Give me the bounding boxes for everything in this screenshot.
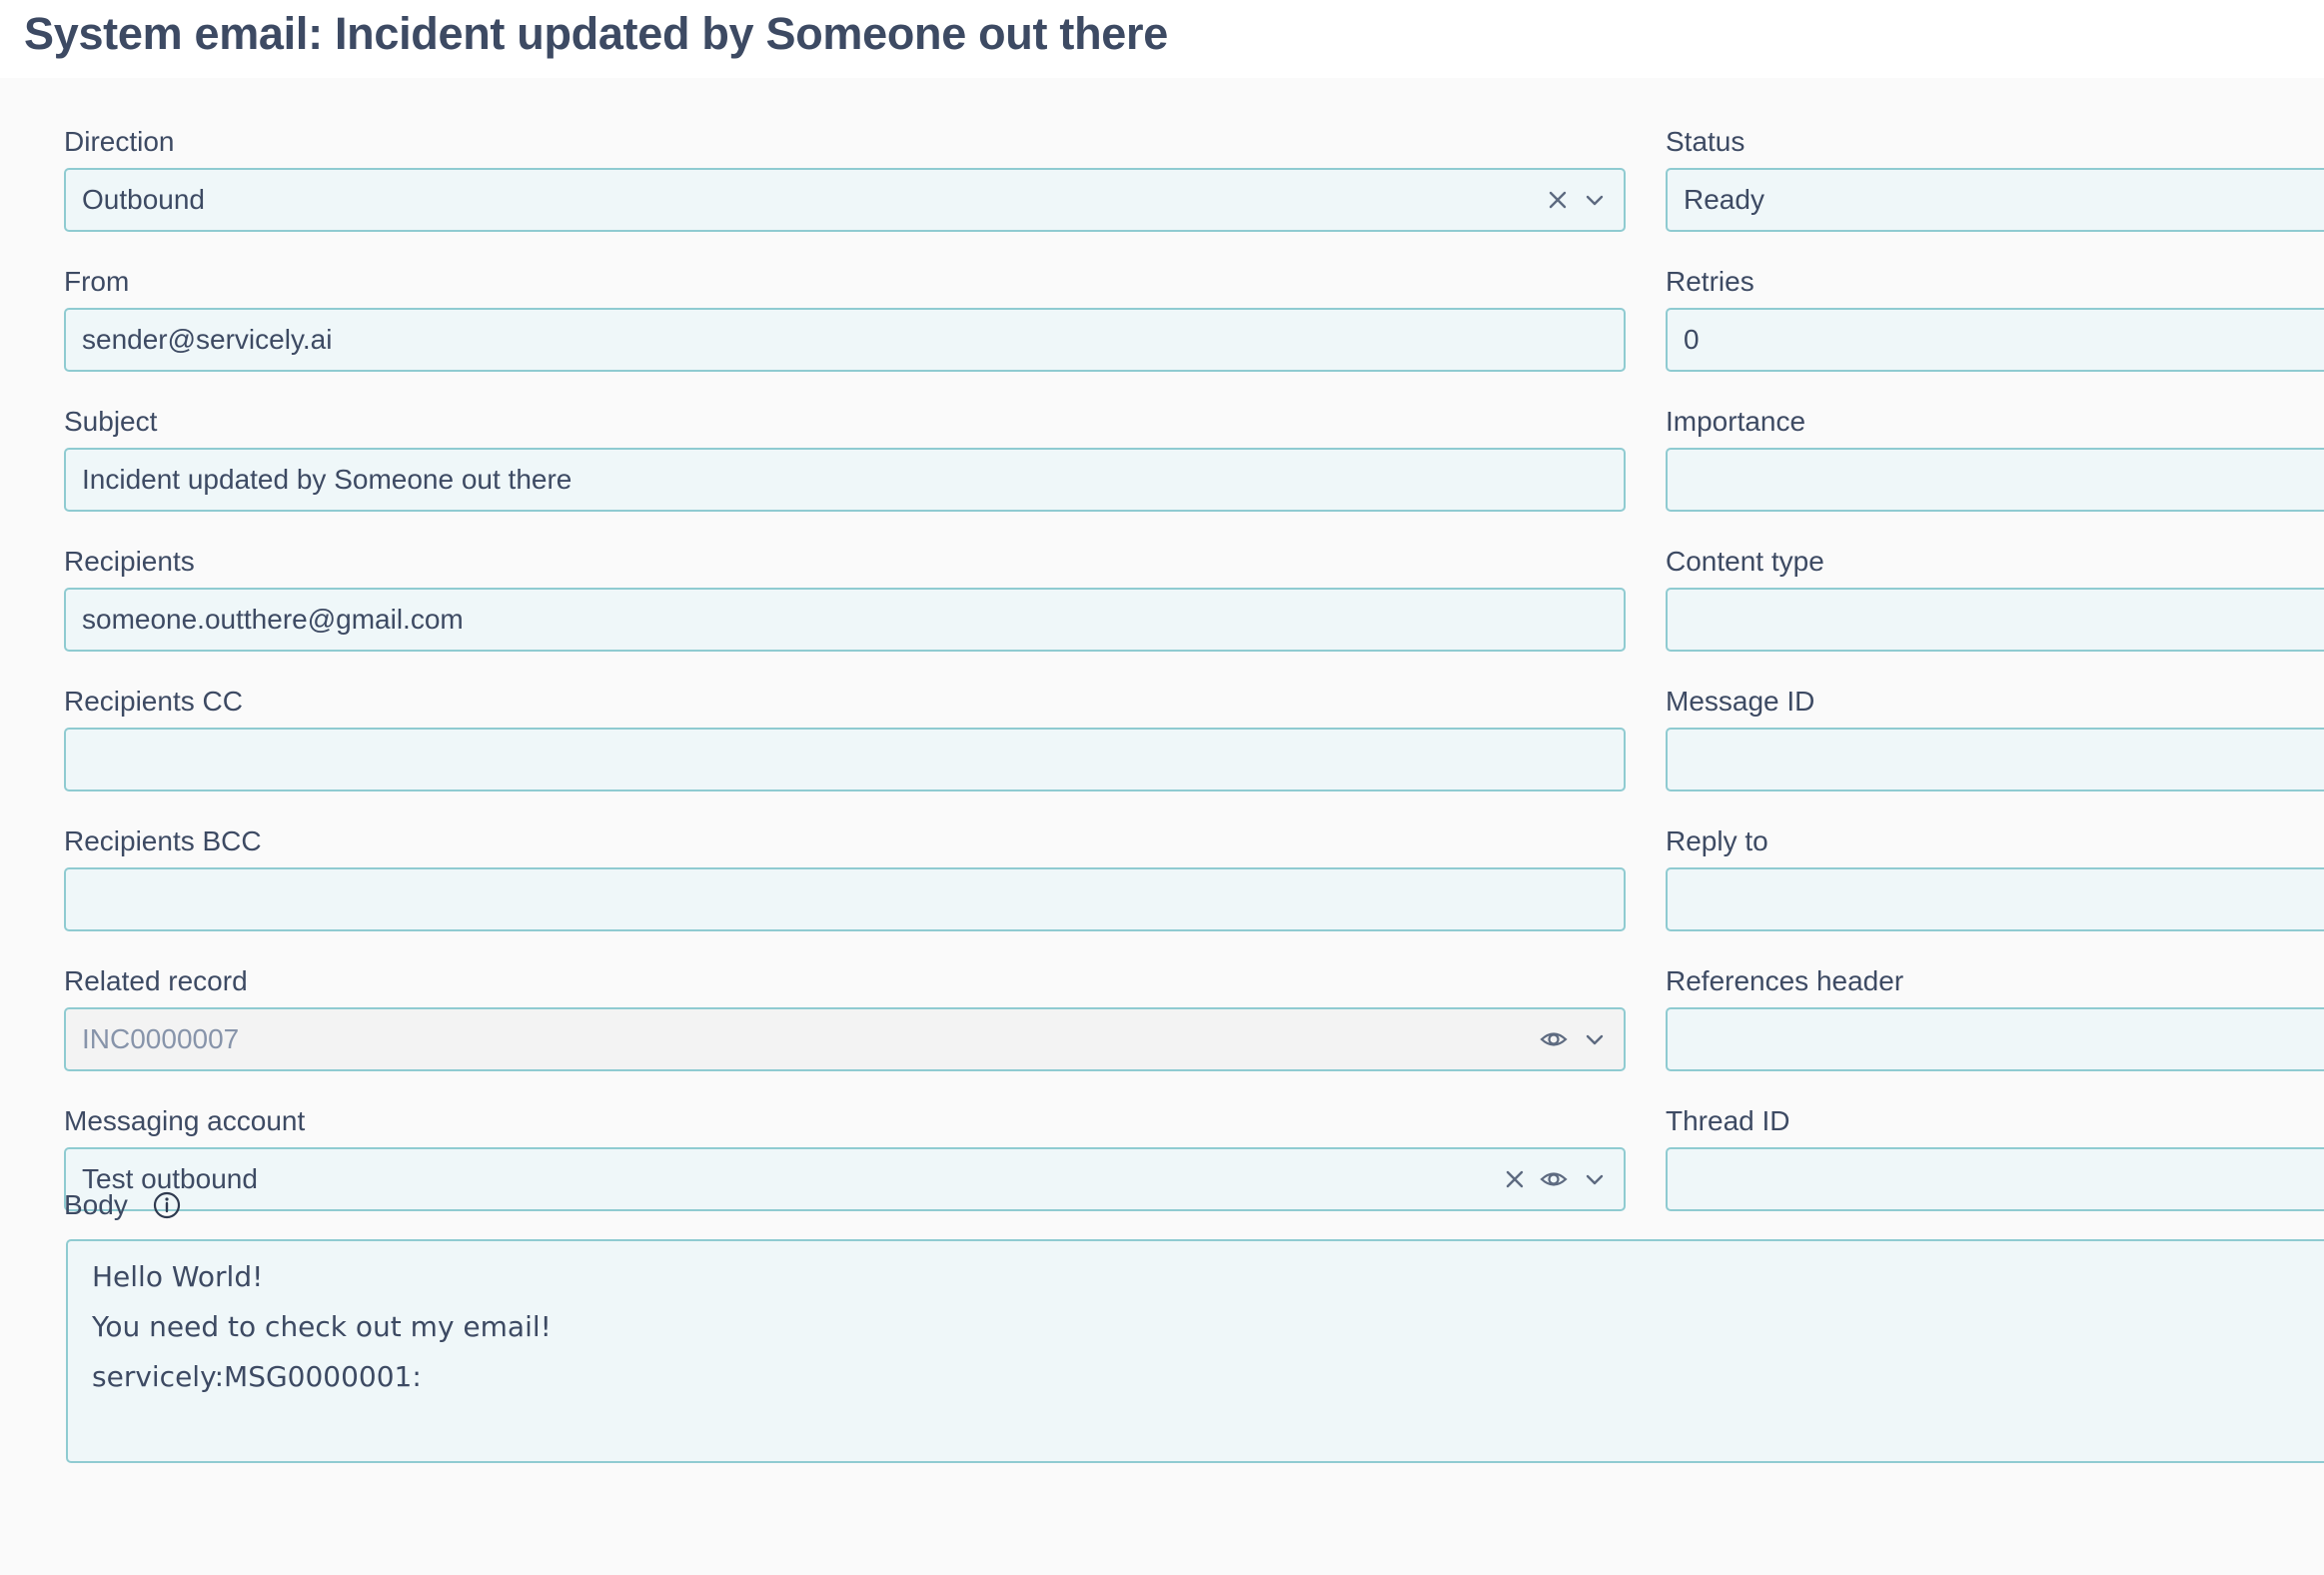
recipients-label: Recipients — [64, 546, 195, 577]
content-type-input[interactable] — [1666, 588, 2324, 652]
status-value: Ready — [1684, 184, 1764, 215]
related-record-value: INC0000007 — [82, 1023, 240, 1054]
related-record-label: Related record — [64, 965, 248, 996]
importance-label: Importance — [1666, 406, 1806, 437]
references-header-input[interactable] — [1666, 1007, 2324, 1071]
message-id-label: Message ID — [1666, 686, 1815, 717]
from-value: sender@servicely.ai — [82, 324, 333, 355]
clear-icon[interactable] — [1500, 1164, 1530, 1194]
from-label: From — [64, 266, 130, 297]
eye-icon[interactable] — [1539, 1024, 1569, 1054]
subject-input[interactable]: Incident updated by Someone out there — [64, 448, 1626, 512]
recipients-cc-input[interactable] — [64, 728, 1626, 791]
body-editor[interactable]: Hello World! You need to check out my em… — [66, 1239, 2324, 1463]
content-type-label: Content type — [1666, 546, 1824, 577]
direction-label: Direction — [64, 126, 175, 157]
chevron-down-icon[interactable] — [1580, 1024, 1610, 1054]
from-input[interactable]: sender@servicely.ai — [64, 308, 1626, 372]
thread-id-input[interactable] — [1666, 1147, 2324, 1211]
page-title: System email: Incident updated by Someon… — [24, 8, 1168, 59]
retries-label: Retries — [1666, 266, 1754, 297]
thread-id-label: Thread ID — [1666, 1105, 1790, 1136]
recipients-input[interactable]: someone.outthere@gmail.com — [64, 588, 1626, 652]
messaging-account-select[interactable]: Test outbound — [64, 1147, 1626, 1211]
messaging-account-label: Messaging account — [64, 1105, 306, 1136]
clear-icon[interactable] — [1543, 185, 1573, 215]
recipients-bcc-input[interactable] — [64, 867, 1626, 931]
body-line: servicely:MSG0000001: — [92, 1360, 422, 1393]
related-record-select[interactable]: INC0000007 — [64, 1007, 1626, 1071]
eye-icon[interactable] — [1539, 1164, 1569, 1194]
reply-to-label: Reply to — [1666, 825, 1768, 856]
recipients-value: someone.outthere@gmail.com — [82, 604, 464, 635]
direction-select[interactable]: Outbound — [64, 168, 1626, 232]
message-id-input[interactable] — [1666, 728, 2324, 791]
references-header-label: References header — [1666, 965, 1904, 996]
body-line: You need to check out my email! — [92, 1310, 552, 1343]
status-label: Status — [1666, 126, 1745, 157]
info-icon[interactable] — [152, 1190, 182, 1220]
recipients-cc-label: Recipients CC — [64, 686, 243, 717]
subject-label: Subject — [64, 406, 158, 437]
body-label: Body — [64, 1189, 128, 1220]
body-label-row: Body — [64, 1185, 181, 1225]
direction-value: Outbound — [82, 184, 205, 215]
reply-to-input[interactable] — [1666, 867, 2324, 931]
importance-input[interactable] — [1666, 448, 2324, 512]
retries-input[interactable]: 0 — [1666, 308, 2324, 372]
recipients-bcc-label: Recipients BCC — [64, 825, 262, 856]
status-input[interactable]: Ready — [1666, 168, 2324, 232]
subject-value: Incident updated by Someone out there — [82, 464, 573, 495]
chevron-down-icon[interactable] — [1580, 1164, 1610, 1194]
retries-value: 0 — [1684, 324, 1700, 355]
chevron-down-icon[interactable] — [1580, 185, 1610, 215]
body-line: Hello World! — [92, 1260, 264, 1293]
